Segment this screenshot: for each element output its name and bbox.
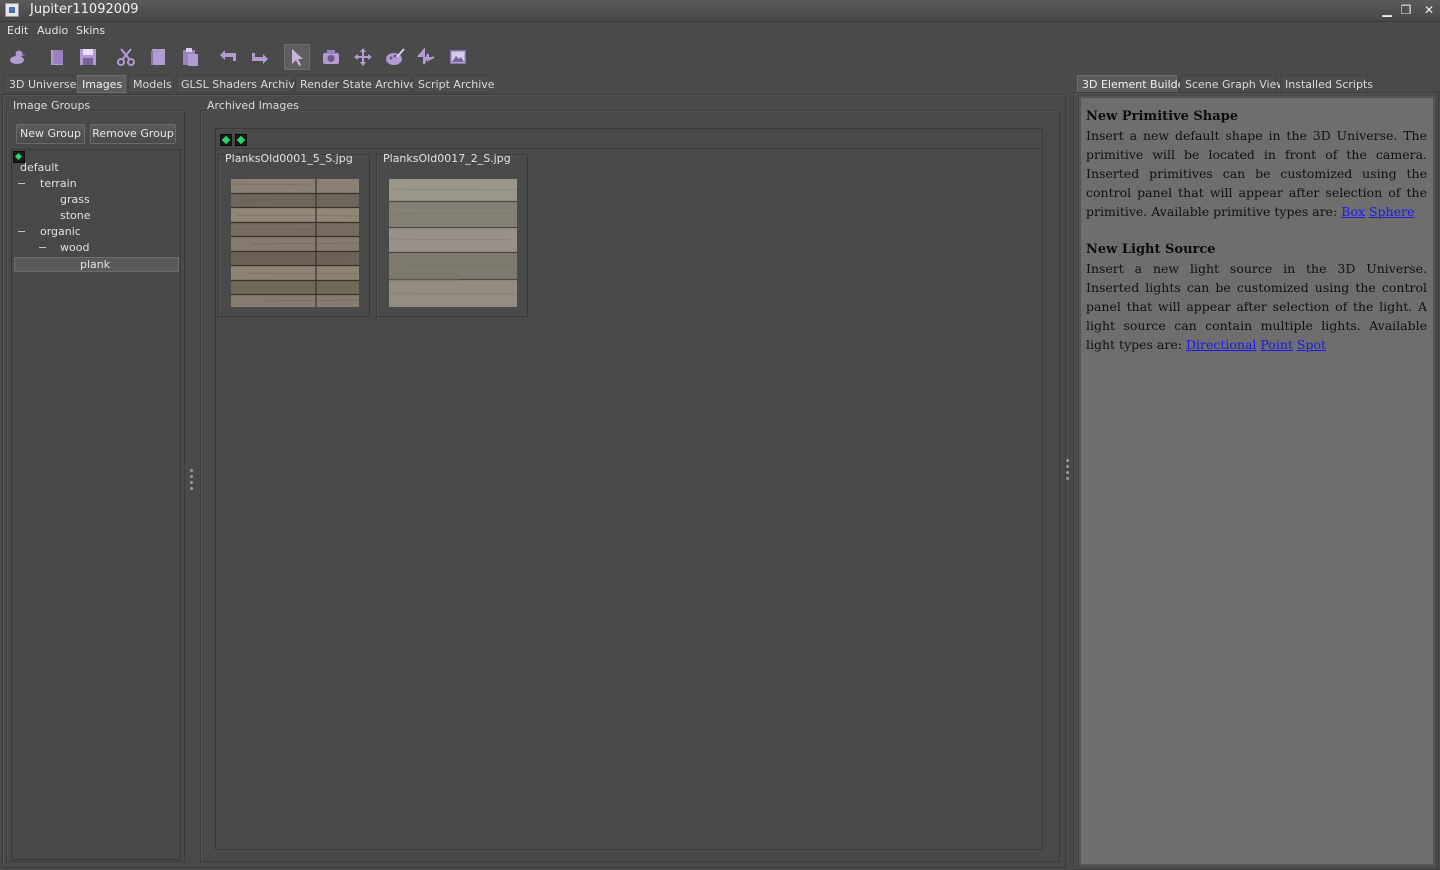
image-groups-label: Image Groups: [11, 99, 93, 112]
collapse-toggle-icon[interactable]: −: [17, 225, 26, 238]
tab-3d-element-builder[interactable]: 3D Element Builder: [1077, 75, 1189, 93]
undo-icon[interactable]: [215, 44, 241, 70]
image-icon[interactable]: [445, 44, 471, 70]
window-title: Jupiter11092009: [30, 2, 139, 17]
tree-node-label: stone: [60, 209, 91, 222]
spot-link[interactable]: Spot: [1297, 337, 1326, 352]
light-heading: New Light Source: [1086, 242, 1216, 257]
duck-icon[interactable]: [4, 44, 30, 70]
tab-glsl-shaders-archive[interactable]: GLSL Shaders Archive: [176, 75, 302, 93]
tree-node-terrain[interactable]: − terrain: [14, 177, 179, 192]
paste-icon[interactable]: [177, 44, 203, 70]
save-icon[interactable]: [75, 44, 101, 70]
collapse-toggle-icon[interactable]: −: [17, 177, 26, 190]
image-thumbnail-card[interactable]: PlanksOld0001_5_S.jpg: [218, 152, 370, 317]
tree-node-wood[interactable]: − wood: [14, 241, 179, 256]
title-bar: Jupiter11092009 ▁ ❐ ✕: [0, 0, 1440, 22]
redo-icon[interactable]: [247, 44, 273, 70]
scissors-icon[interactable]: [113, 44, 139, 70]
grid-divider: [217, 148, 1041, 149]
java-app-icon: [5, 3, 19, 17]
right-split-handle[interactable]: [1066, 459, 1070, 483]
tab-render-state-archive[interactable]: Render State Archive: [295, 75, 416, 93]
tree-node-label: plank: [80, 258, 111, 271]
tab-3d-universe[interactable]: 3D Universe: [4, 75, 76, 93]
collapse-all-icon[interactable]: [220, 134, 232, 146]
tab-images[interactable]: Images: [77, 75, 126, 93]
new-group-button[interactable]: New Group: [16, 124, 85, 144]
archived-images-label: Archived Images: [205, 99, 301, 112]
remove-group-button[interactable]: Remove Group: [90, 124, 176, 144]
tree-node-plank[interactable]: plank: [14, 257, 179, 272]
waveform-icon[interactable]: [413, 44, 439, 70]
menu-edit[interactable]: Edit: [7, 24, 28, 37]
tree-node-label: grass: [60, 193, 90, 206]
light-section: New Light Source Insert a new light sour…: [1086, 240, 1427, 354]
camera-icon[interactable]: [318, 44, 344, 70]
directional-link[interactable]: Directional: [1186, 337, 1256, 352]
tree-node-stone[interactable]: stone: [14, 209, 179, 224]
menu-skins[interactable]: Skins: [76, 24, 105, 37]
tree-node-organic[interactable]: − organic: [14, 225, 179, 240]
primitive-heading: New Primitive Shape: [1086, 109, 1239, 124]
close-icon[interactable]: ✕: [1422, 3, 1436, 17]
minimize-icon[interactable]: ▁: [1380, 3, 1394, 17]
collapse-toggle-icon[interactable]: −: [38, 241, 47, 254]
menu-bar: Edit Audio Skins: [0, 22, 1440, 40]
weathered-planks-texture-image[interactable]: [389, 179, 517, 307]
image-thumbnail-card[interactable]: PlanksOld0017_2_S.jpg: [376, 152, 528, 317]
sphere-link[interactable]: Sphere: [1369, 204, 1414, 219]
tree-node-label: wood: [60, 241, 90, 254]
light-text: Insert a new light source in the 3D Univ…: [1086, 261, 1427, 352]
restore-icon[interactable]: ❐: [1399, 3, 1413, 17]
tree-node-label: organic: [40, 225, 81, 238]
copy-icon[interactable]: [145, 44, 171, 70]
light-description: Insert a new light source in the 3D Univ…: [1086, 259, 1427, 354]
image-group-tree[interactable]: default − terrain grass stone − organic …: [11, 149, 181, 860]
tree-node-default[interactable]: default: [14, 161, 179, 176]
open-folder-icon[interactable]: [44, 44, 70, 70]
move-icon[interactable]: [350, 44, 376, 70]
element-builder-document: New Primitive Shape Insert a new default…: [1079, 96, 1435, 866]
wood-planks-texture-image[interactable]: [231, 179, 359, 307]
primitive-section: New Primitive Shape Insert a new default…: [1086, 107, 1427, 221]
tree-node-grass[interactable]: grass: [14, 193, 179, 208]
tree-node-label: default: [20, 161, 59, 174]
tab-script-archive[interactable]: Script Archive: [413, 75, 495, 93]
toolbar: [0, 42, 1440, 70]
tab-models[interactable]: Models: [128, 75, 174, 93]
left-split-handle[interactable]: [190, 469, 194, 493]
image-filename: PlanksOld0017_2_S.jpg: [383, 152, 511, 165]
point-link[interactable]: Point: [1260, 337, 1293, 352]
paint-palette-icon[interactable]: [382, 44, 408, 70]
tab-installed-scripts[interactable]: Installed Scripts: [1280, 75, 1373, 93]
tree-node-label: terrain: [40, 177, 77, 190]
expand-all-icon[interactable]: [235, 134, 247, 146]
primitive-description: Insert a new default shape in the 3D Uni…: [1086, 126, 1427, 221]
select-arrow-icon[interactable]: [284, 44, 310, 70]
image-filename: PlanksOld0001_5_S.jpg: [225, 152, 353, 165]
menu-audio[interactable]: Audio: [37, 24, 68, 37]
tab-scene-graph-view[interactable]: Scene Graph View: [1180, 75, 1285, 93]
box-link[interactable]: Box: [1341, 204, 1365, 219]
